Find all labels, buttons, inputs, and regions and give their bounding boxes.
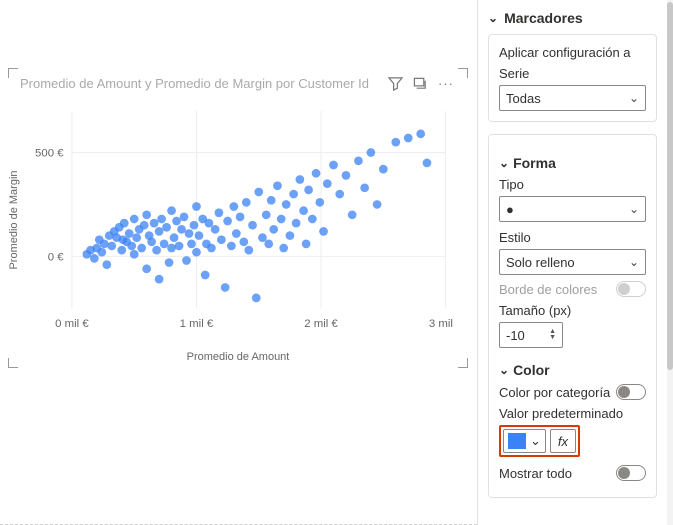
default-color-label: Valor predeterminado — [499, 406, 646, 421]
color-by-category-toggle[interactable] — [616, 384, 646, 400]
chevron-down-icon: ⌄ — [629, 202, 639, 216]
color-swatch — [508, 433, 526, 449]
fx-button[interactable]: fx — [550, 429, 576, 453]
focus-mode-icon[interactable] — [413, 76, 428, 94]
svg-text:1 mil €: 1 mil € — [180, 318, 214, 330]
svg-text:0 €: 0 € — [48, 251, 65, 263]
shape-title: Forma — [513, 155, 556, 171]
more-options-icon[interactable]: ··· — [438, 76, 454, 94]
chart-canvas: Promedio de Amount y Promedio de Margin … — [0, 0, 477, 525]
section-markers[interactable]: ⌄ Marcadores — [488, 4, 657, 32]
fx-label: fx — [558, 434, 568, 449]
filter-icon[interactable] — [388, 76, 403, 94]
svg-text:0 mil €: 0 mil € — [55, 318, 89, 330]
subsection-shape[interactable]: ⌄ Forma — [499, 155, 646, 171]
border-colors-label: Borde de colores — [499, 282, 597, 297]
scrollbar-thumb[interactable] — [667, 2, 673, 370]
series-value: Todas — [506, 91, 541, 106]
y-axis-label: Promedio de Margin — [8, 170, 20, 269]
border-colors-toggle — [616, 281, 646, 297]
section-title: Marcadores — [504, 10, 583, 26]
x-axis-label: Promedio de Amount — [187, 351, 290, 363]
svg-text:500 €: 500 € — [35, 148, 64, 160]
visual-frame[interactable]: Promedio de Amount y Promedio de Margin … — [8, 68, 468, 368]
default-color-highlight: ⌄ fx — [499, 425, 580, 457]
spin-down-icon[interactable]: ▼ — [549, 335, 556, 341]
scatter-plot: 0 mil € 1 mil € 2 mil € 3 mil € 0 € 500 € — [20, 95, 456, 345]
color-by-category-label: Color por categoría — [499, 385, 610, 400]
series-label: Serie — [499, 66, 646, 81]
chevron-down-icon: ⌄ — [499, 156, 509, 170]
chevron-down-icon: ⌄ — [499, 363, 509, 377]
style-value: Solo relleno — [506, 255, 575, 270]
chevron-down-icon: ⌄ — [629, 255, 639, 269]
series-dropdown[interactable]: Todas ⌄ — [499, 85, 646, 111]
svg-text:2 mil €: 2 mil € — [304, 318, 338, 330]
style-label: Estilo — [499, 230, 646, 245]
color-title: Color — [513, 362, 550, 378]
color-picker[interactable]: ⌄ — [503, 429, 546, 453]
show-all-label: Mostrar todo — [499, 466, 572, 481]
apply-to-label: Aplicar configuración a — [499, 45, 646, 60]
subsection-color[interactable]: ⌄ Color — [499, 362, 646, 378]
chevron-down-icon: ⌄ — [488, 11, 498, 25]
type-label: Tipo — [499, 177, 646, 192]
chevron-down-icon: ⌄ — [629, 91, 639, 105]
marker-type-dropdown[interactable]: ● ⌄ — [499, 196, 646, 222]
format-panel: ⌄ Marcadores Aplicar configuración a Ser… — [477, 0, 667, 525]
size-label: Tamaño (px) — [499, 303, 646, 318]
size-value: -10 — [506, 328, 525, 343]
size-spinner[interactable]: -10 ▲▼ — [499, 322, 563, 348]
chevron-down-icon: ⌄ — [530, 433, 541, 449]
type-value: ● — [506, 202, 514, 217]
show-all-toggle[interactable] — [616, 465, 646, 481]
panel-scrollbar[interactable] — [667, 0, 673, 525]
svg-text:3 mil €: 3 mil € — [429, 318, 456, 330]
marker-style-dropdown[interactable]: Solo relleno ⌄ — [499, 249, 646, 275]
